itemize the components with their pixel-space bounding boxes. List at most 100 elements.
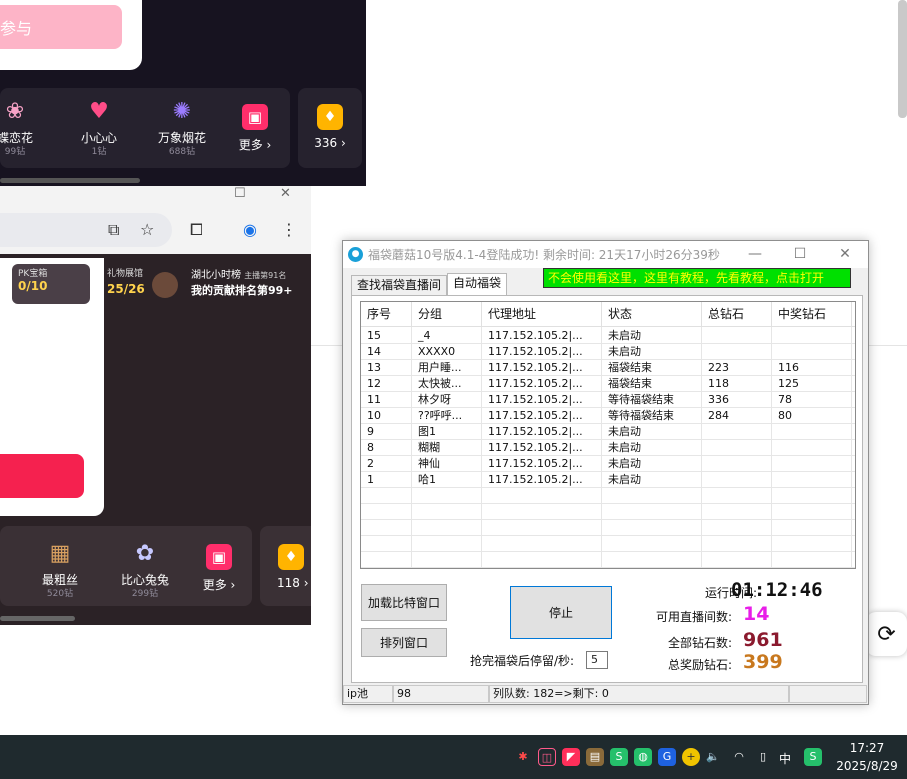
column-header[interactable]: 代理地址 [482, 302, 602, 327]
total-diamonds-label: 全部钻石数: [667, 636, 732, 650]
pk-box[interactable]: PK宝箱 0/10 [12, 264, 90, 304]
table-cell: 9 [361, 424, 412, 440]
gift-item[interactable]: ❀ 蝶恋花 99钻 [0, 94, 50, 158]
star-icon[interactable]: ☆ [140, 220, 154, 239]
minimize-icon[interactable]: — [743, 244, 767, 264]
profile-icon[interactable]: ◉ [243, 220, 257, 239]
tab-auto-fudai[interactable]: 自动福袋 [447, 273, 508, 295]
title-bar[interactable]: ● 福袋蘑菇10号版4.1-4登陆成功! 剩余时间: 21天17小时26分39秒… [343, 241, 868, 268]
chest-icon: ▦ [49, 540, 71, 566]
table-cell: 林夕呀 [412, 392, 482, 408]
table-row[interactable]: 14 XXXX0 117.152.105.2|... 未启动 [361, 344, 855, 360]
ip-pool-label: ip池 [343, 685, 393, 703]
table-row[interactable]: 15 _4 117.152.105.2|... 未启动 [361, 328, 855, 344]
join-button[interactable]: 参与 [0, 5, 122, 49]
app-green-icon[interactable]: S [610, 748, 628, 766]
rank-title: 湖北小时榜 [191, 270, 241, 281]
join-panel: 参与 [0, 0, 142, 70]
stay-seconds-label: 抢完福袋后停留/秒: [470, 654, 575, 668]
gift-name: 蝶恋花 [0, 131, 33, 145]
empty-row [361, 504, 855, 520]
app-yellow-icon[interactable]: + [682, 748, 700, 766]
account-list[interactable]: 序号 分组 代理地址 状态 总钻石 中奖钻石 15 _4 117.152.105.2… [360, 301, 856, 569]
app-red-icon[interactable]: ◤ [562, 748, 580, 766]
table-row[interactable]: 11 林夕呀 117.152.105.2|... 等待福袋结束 336 78 [361, 392, 855, 408]
menu-icon[interactable]: ⋮ [281, 220, 297, 239]
table-row[interactable]: 10 ??呼呼... 117.152.105.2|... 等待福袋结束 284 80 [361, 408, 855, 424]
page-scrollbar[interactable] [898, 0, 907, 118]
wechat-icon[interactable]: ◍ [634, 748, 652, 766]
runtime-value: 01:12:46 [731, 579, 823, 601]
more-gifts-button[interactable]: ▣ 更多 › [194, 544, 244, 593]
table-cell: 2 [361, 456, 412, 472]
horizontal-scrollbar[interactable] [0, 178, 140, 183]
table-row[interactable]: 13 用户睡... 117.152.105.2|... 福袋结束 223 116 [361, 360, 855, 376]
table-row[interactable]: 2 神仙 117.152.105.2|... 未启动 [361, 456, 855, 472]
load-bitbrowser-button[interactable]: 加载比特窗口 [361, 584, 447, 621]
bilibili-icon[interactable]: ◫ [538, 748, 556, 766]
column-header[interactable]: 状态 [602, 302, 702, 327]
table-cell: 糊糊 [412, 440, 482, 456]
table-cell: 10 [361, 408, 412, 424]
diamond-balance-button[interactable]: ♦ 336 › [298, 88, 362, 168]
more-gifts-button[interactable]: ▣ 更多 › [230, 104, 280, 153]
table-cell: 未启动 [602, 328, 702, 344]
app-brown-icon[interactable]: ▤ [586, 748, 604, 766]
table-row[interactable]: 1 哈1 117.152.105.2|... 未启动 [361, 472, 855, 488]
table-cell: 图1 [412, 424, 482, 440]
clock[interactable]: 17:27 2025/8/29 [828, 739, 906, 775]
column-header[interactable]: 总钻石 [702, 302, 772, 327]
gift-gallery-label: 礼物展馆 [107, 269, 144, 279]
table-cell: 117.152.105.2|... [482, 408, 602, 424]
extension-icon[interactable]: ⧠ [190, 220, 203, 240]
volume-icon[interactable]: 🔈 [704, 748, 722, 766]
gift-item[interactable]: ✿ 比心兔兔 299钻 [110, 536, 180, 600]
table-cell: 14 [361, 344, 412, 360]
gift-item[interactable]: ▦ 最粗丝 520钻 [25, 536, 95, 600]
total-reward-label: 总奖励钻石: [667, 658, 732, 672]
column-header[interactable]: 中奖钻石 [772, 302, 852, 327]
table-row[interactable]: 12 太快被... 117.152.105.2|... 福袋结束 118 125 [361, 376, 855, 392]
table-cell [772, 424, 852, 440]
cast-icon[interactable]: ⧉ [108, 220, 119, 240]
available-rooms-value: 14 [743, 603, 770, 625]
gift-bar: ❀ 蝶恋花 99钻 ♥ 小心心 1钻 ✺ 万象烟花 688钻 ▣ 更多 › [0, 88, 290, 168]
table-cell: 未启动 [602, 440, 702, 456]
arrange-windows-button[interactable]: 排列窗口 [361, 628, 447, 657]
stay-seconds-input[interactable]: 5 [586, 651, 608, 669]
tutorial-notice-link[interactable]: 不会使用看这里，这里有教程，先看教程，点击打开 [543, 268, 851, 288]
maximize-icon[interactable]: ☐ [234, 186, 246, 206]
total-reward-value: 399 [743, 651, 783, 673]
gift-item[interactable]: ♥ 小心心 1钻 [64, 94, 134, 158]
diamond-balance-button[interactable]: ♦ 118 › [260, 526, 311, 606]
table-cell: 118 [702, 376, 772, 392]
horizontal-scrollbar[interactable] [0, 616, 75, 621]
tab-find-live-rooms[interactable]: 查找福袋直播间 [351, 275, 448, 295]
input-method[interactable]: 中 [779, 750, 791, 767]
column-header[interactable]: 序号 [361, 302, 412, 327]
app-green-icon-2[interactable]: S [804, 748, 822, 766]
wifi-icon[interactable]: ◠ [730, 748, 748, 766]
table-row[interactable]: 8 糊糊 117.152.105.2|... 未启动 [361, 440, 855, 456]
table-cell [702, 424, 772, 440]
table-cell: 未启动 [602, 344, 702, 360]
battery-icon[interactable]: ▯ [754, 748, 772, 766]
browser-window: ☐ ✕ ⧉ ☆ ⧠ ◉ ⋮ 礼物展馆 25/26 湖北小时榜 主播第91名 我的… [0, 186, 311, 625]
gift-price: 99钻 [4, 147, 26, 157]
refresh-icon[interactable]: ⟳ [866, 612, 907, 656]
close-icon[interactable]: ✕ [280, 186, 291, 206]
gift-item[interactable]: ✺ 万象烟花 688钻 [147, 94, 217, 158]
game-icon[interactable]: ✱ [514, 748, 532, 766]
live-room-window-top: 参与 ❀ 蝶恋花 99钻 ♥ 小心心 1钻 ✺ 万象烟花 688钻 ▣ 更多 ›… [0, 0, 366, 186]
close-icon[interactable]: ✕ [833, 244, 857, 264]
column-header[interactable]: 分组 [412, 302, 482, 327]
table-cell: 1 [361, 472, 412, 488]
maximize-icon[interactable]: ☐ [788, 244, 812, 264]
stop-button[interactable]: 停止 [510, 586, 612, 639]
window-title: 福袋蘑菇10号版4.1-4登陆成功! 剩余时间: 21天17小时26分39秒 [368, 248, 720, 262]
app-blue-icon[interactable]: G [658, 748, 676, 766]
table-row[interactable]: 9 图1 117.152.105.2|... 未启动 [361, 424, 855, 440]
diamond-balance: 118 › [277, 576, 309, 590]
confirm-button[interactable] [0, 454, 84, 498]
rank-title-row[interactable]: 湖北小时榜 主播第91名 [191, 266, 286, 281]
